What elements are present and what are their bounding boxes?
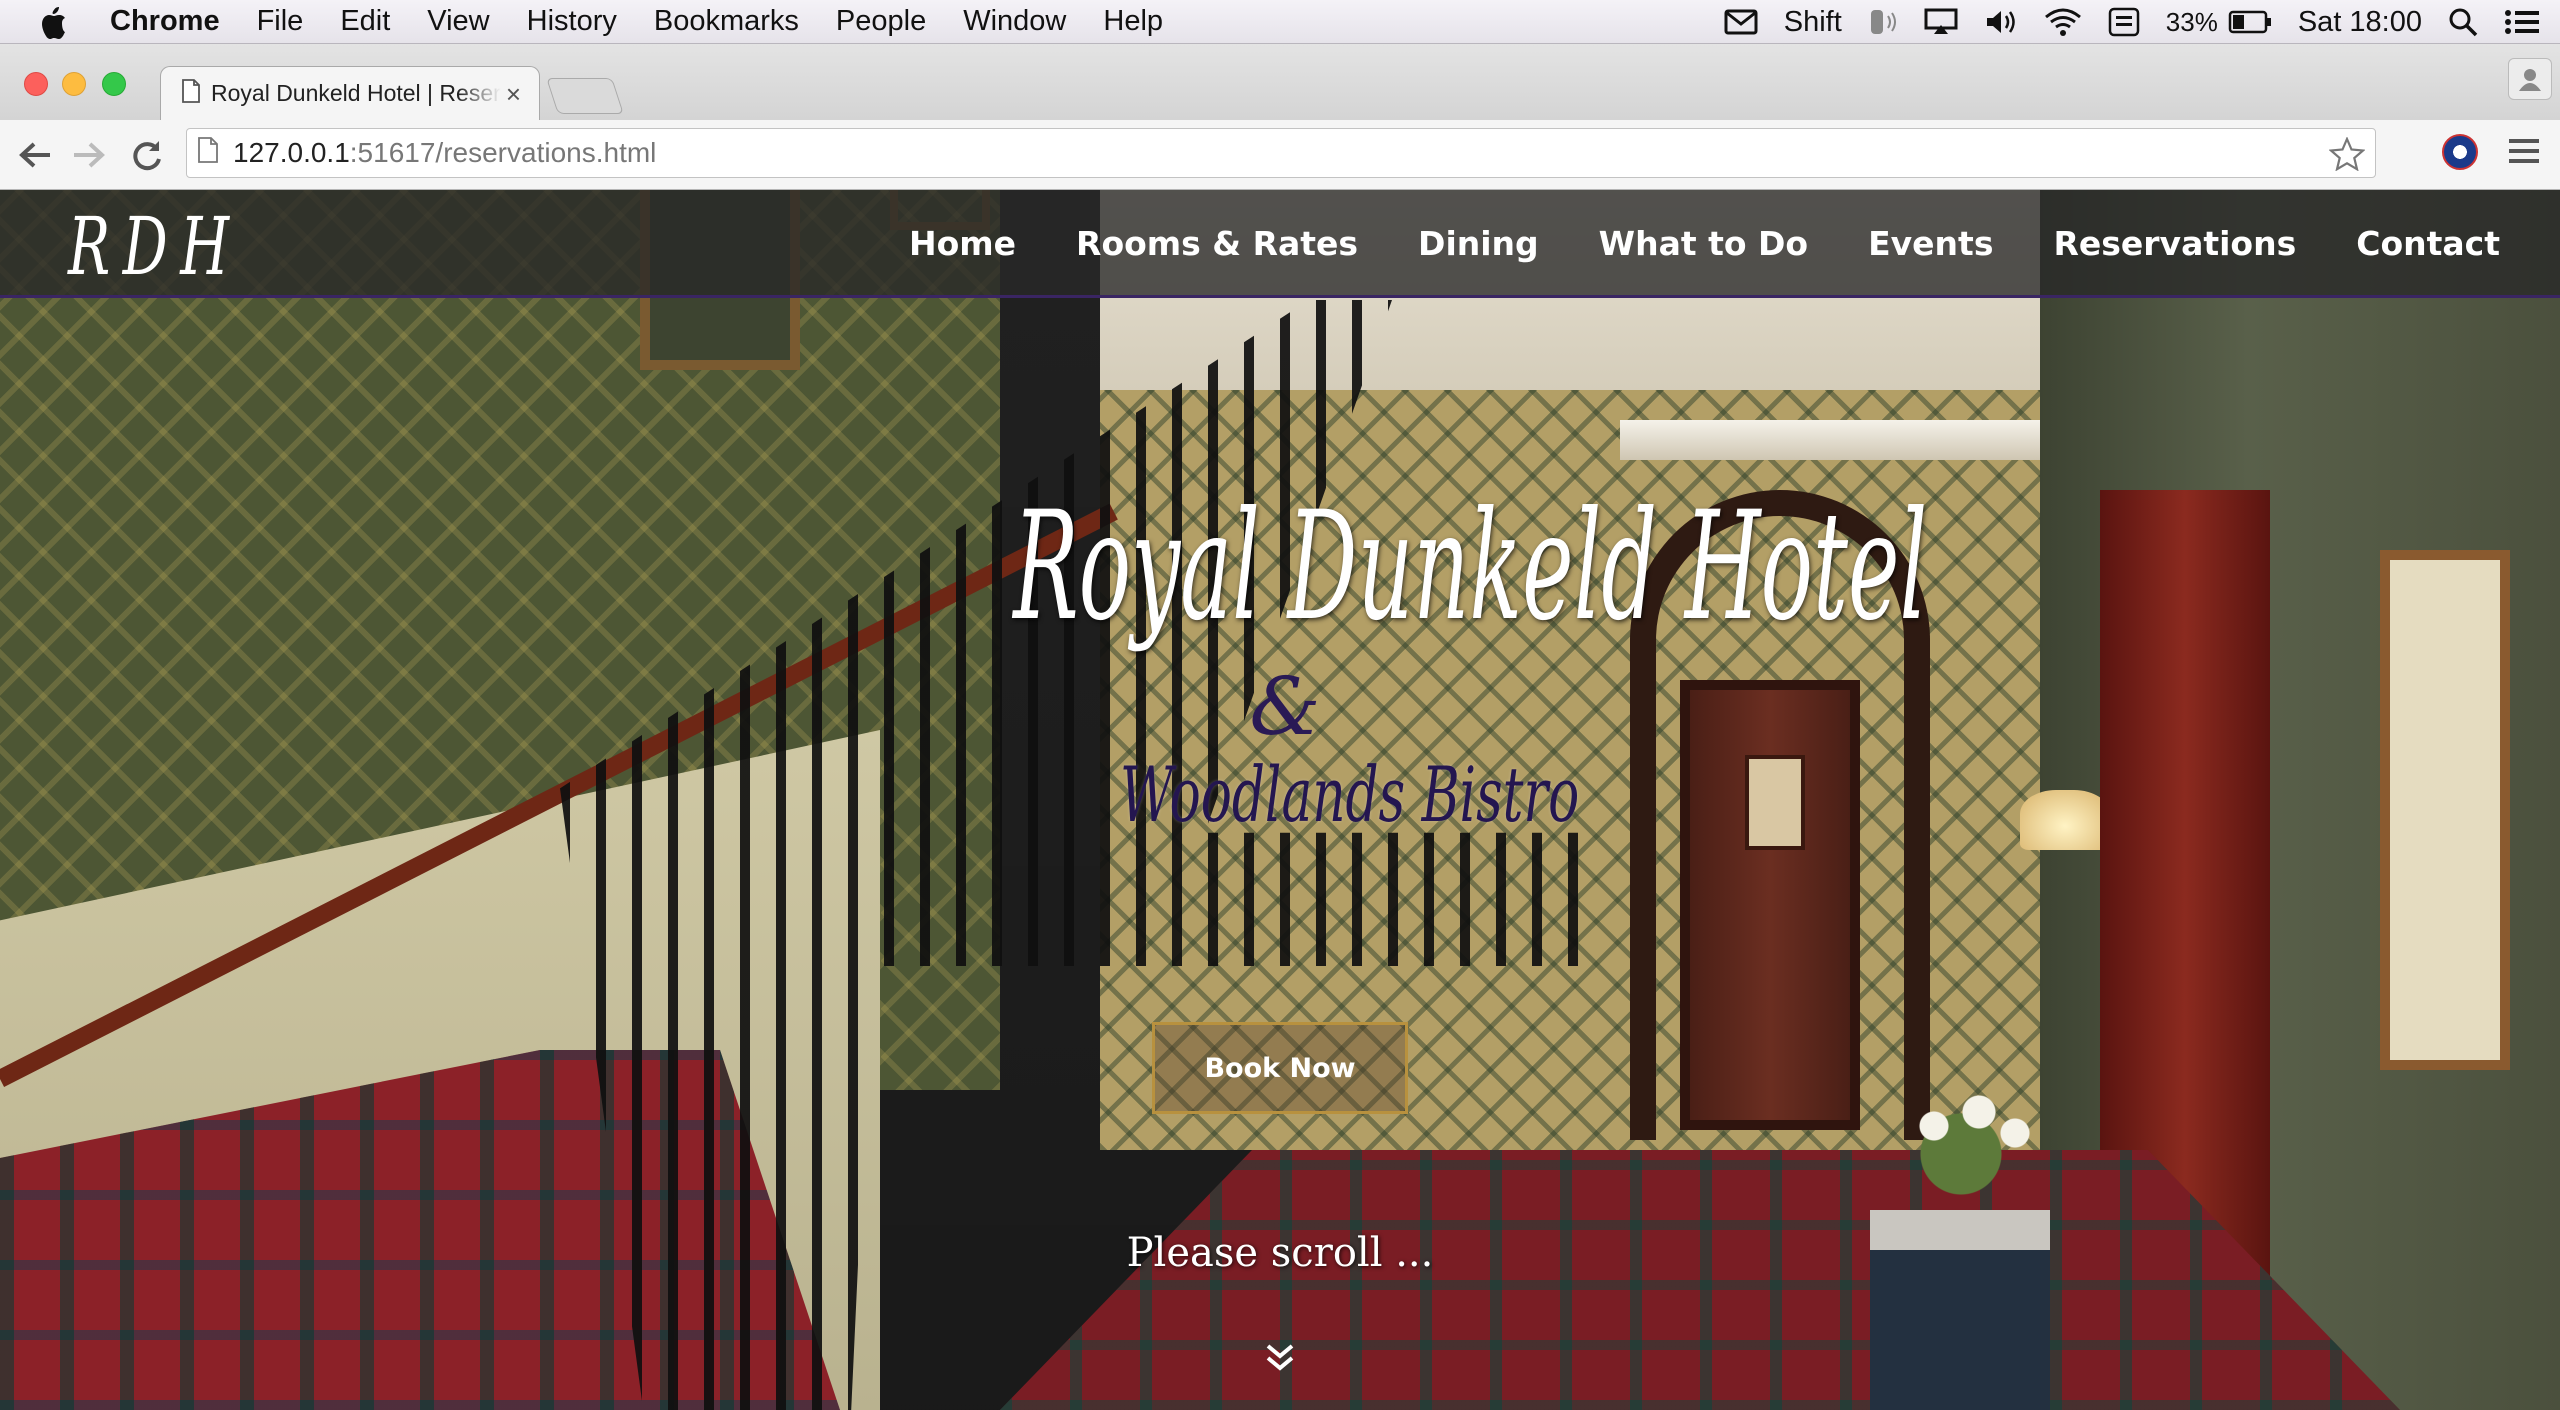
back-icon[interactable]	[16, 136, 54, 174]
ceiling-molding	[1620, 420, 2060, 460]
url-path: :51617/reservations.html	[349, 137, 657, 168]
star-icon[interactable]	[2328, 136, 2366, 178]
profile-button[interactable]	[2508, 58, 2552, 100]
zoom-window-button[interactable]	[102, 72, 126, 96]
nav-home[interactable]: Home	[909, 224, 1016, 263]
menu-help[interactable]: Help	[1103, 5, 1163, 38]
notification-icon[interactable]	[2504, 9, 2540, 35]
chrome-menu-icon[interactable]	[2508, 136, 2540, 171]
nav-rooms-rates[interactable]: Rooms & Rates	[1076, 224, 1358, 263]
side-table	[1870, 1210, 2050, 1410]
menu-history[interactable]: History	[527, 5, 617, 38]
browser-toolbar: 127.0.0.1:51617/reservations.html	[0, 120, 2560, 190]
apple-icon[interactable]	[38, 4, 74, 40]
wall-lamp	[2020, 790, 2110, 850]
menu-file[interactable]: File	[257, 5, 304, 38]
site-logo[interactable]: RDH	[68, 200, 242, 293]
hero-title: Royal Dunkeld Hotel	[1013, 480, 1928, 654]
menu-edit[interactable]: Edit	[340, 5, 390, 38]
macos-menubar: Chrome File Edit View History Bookmarks …	[0, 0, 2560, 44]
tab-active[interactable]: Royal Dunkeld Hotel | Reservations ×	[160, 66, 540, 120]
minimize-window-button[interactable]	[62, 72, 86, 96]
menu-window[interactable]: Window	[963, 5, 1066, 38]
menu-people[interactable]: People	[836, 5, 926, 38]
nav-what-to-do[interactable]: What to Do	[1599, 224, 1808, 263]
menubar-tray: Shift 33% Sat 18:00	[1724, 0, 2560, 44]
door-window	[1745, 755, 1805, 850]
new-tab-button[interactable]	[546, 78, 624, 114]
airplay-icon[interactable]	[1924, 8, 1958, 36]
close-tab-icon[interactable]: ×	[506, 79, 521, 110]
battery-icon[interactable]	[2228, 9, 2272, 35]
book-now-button[interactable]: Book Now	[1152, 1022, 1408, 1114]
hero-subtitle: Woodlands Bistro	[1120, 750, 1580, 839]
keyboard-icon[interactable]	[2108, 7, 2140, 37]
person-icon	[2519, 69, 2541, 91]
tab-title: Royal Dunkeld Hotel | Reservations	[211, 80, 501, 106]
url-host: 127.0.0.1	[233, 137, 350, 168]
menu-view[interactable]: View	[427, 5, 489, 38]
page-icon	[181, 78, 201, 110]
flower-vase	[1880, 1070, 2060, 1210]
tab-strip: Royal Dunkeld Hotel | Reservations ×	[0, 44, 2560, 120]
spotlight-icon[interactable]	[2448, 7, 2478, 37]
extension-icon[interactable]	[2442, 134, 2478, 170]
close-window-button[interactable]	[24, 72, 48, 96]
forward-icon[interactable]	[70, 136, 108, 174]
wifi-icon[interactable]	[2044, 7, 2082, 37]
battery-percent[interactable]: 33%	[2166, 7, 2218, 38]
site-navbar: RDH Home Rooms & Rates Dining What to Do…	[0, 190, 2560, 298]
menu-bookmarks[interactable]: Bookmarks	[654, 5, 799, 38]
framed-picture	[2380, 550, 2510, 1070]
address-bar[interactable]: 127.0.0.1:51617/reservations.html	[186, 128, 2376, 178]
reload-icon[interactable]	[128, 136, 166, 174]
double-chevron-down-icon[interactable]	[1262, 1340, 1298, 1376]
menu-app-name[interactable]: Chrome	[110, 5, 220, 38]
page-viewport[interactable]: RDH Home Rooms & Rates Dining What to Do…	[0, 190, 2560, 1410]
nav-links: Home Rooms & Rates Dining What to Do Eve…	[849, 190, 2500, 296]
hero-ampersand: &	[1249, 660, 1321, 753]
nav-dining[interactable]: Dining	[1418, 224, 1539, 263]
nav-events[interactable]: Events	[1868, 224, 1993, 263]
volume-indicator-icon[interactable]	[1868, 7, 1898, 37]
door	[1680, 680, 1860, 1130]
shift-label[interactable]: Shift	[1784, 6, 1842, 39]
volume-icon[interactable]	[1984, 8, 2018, 36]
nav-contact[interactable]: Contact	[2356, 224, 2500, 263]
nav-reservations[interactable]: Reservations	[2053, 224, 2296, 263]
scroll-prompt: Please scroll ...	[1126, 1230, 1434, 1276]
page-icon	[197, 136, 219, 171]
mail-icon[interactable]	[1724, 9, 1758, 35]
clock[interactable]: Sat 18:00	[2298, 6, 2422, 39]
